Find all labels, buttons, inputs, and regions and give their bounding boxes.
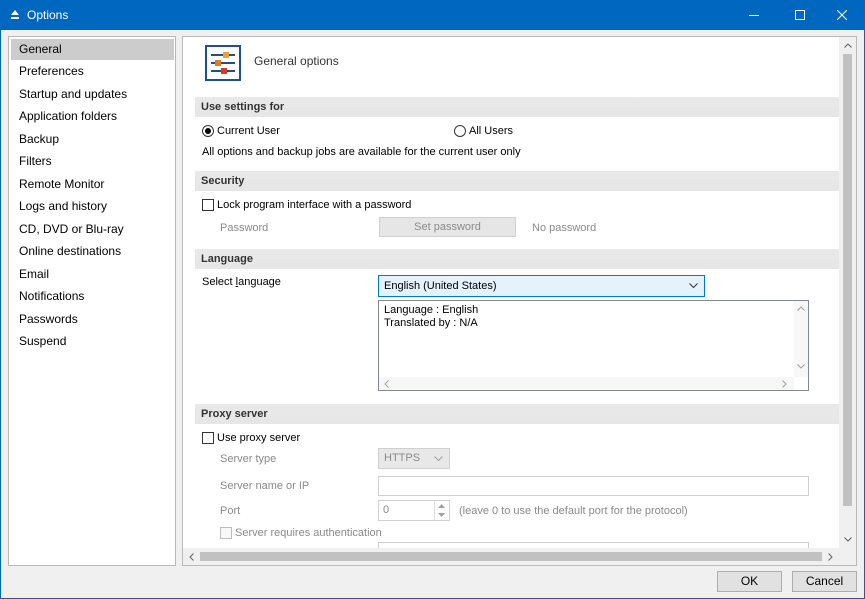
use-proxy-label[interactable]: Use proxy server	[217, 432, 300, 444]
sidebar-item-remote-monitor[interactable]: Remote Monitor	[11, 174, 174, 195]
port-up-button[interactable]	[434, 502, 448, 511]
language-select-value: English (United States)	[384, 280, 497, 292]
scroll-left-icon	[384, 380, 389, 388]
sidebar-item-filters[interactable]: Filters	[11, 151, 174, 172]
scroll-up-icon	[797, 306, 805, 311]
server-auth-label[interactable]: Server requires authentication	[235, 527, 382, 539]
minimize-button[interactable]	[731, 0, 777, 30]
sidebar-item-notifications[interactable]: Notifications	[11, 286, 174, 307]
sidebar-item-suspend[interactable]: Suspend	[11, 331, 174, 352]
cancel-button[interactable]: Cancel	[792, 571, 857, 592]
scroll-right-icon	[782, 380, 787, 388]
spin-down-icon	[438, 513, 445, 517]
sidebar-item-general[interactable]: General	[11, 39, 174, 60]
select-language-label-post: anguage	[238, 276, 281, 288]
sidebar-item-logs-and-history[interactable]: Logs and history	[11, 196, 174, 217]
section-header-proxy: Proxy server	[195, 404, 839, 424]
maximize-button[interactable]	[777, 0, 823, 30]
scroll-left-icon	[189, 552, 194, 561]
page-title: General options	[254, 54, 339, 68]
close-icon	[837, 10, 847, 20]
scroll-down-button[interactable]	[839, 531, 856, 548]
server-type-label: Server type	[220, 453, 277, 465]
scroll-left-button[interactable]	[183, 548, 200, 565]
port-down-button[interactable]	[434, 511, 448, 520]
lock-interface-checkbox[interactable]	[202, 199, 214, 211]
panel-horizontal-scrollbar[interactable]	[183, 548, 839, 565]
use-proxy-checkbox[interactable]	[202, 432, 214, 444]
port-value: 0	[383, 504, 390, 516]
options-category-list[interactable]: General Preferences Startup and updates …	[8, 36, 176, 566]
section-header-language: Language	[195, 249, 839, 269]
section-header-use-settings: Use settings for	[195, 97, 839, 117]
server-type-select[interactable]: HTTPS	[378, 448, 450, 469]
section-header-security: Security	[195, 171, 839, 191]
language-info-name: Language : English	[384, 304, 479, 316]
server-name-label: Server name or IP	[220, 480, 310, 492]
password-status: No password	[532, 222, 597, 234]
app-icon	[11, 10, 19, 19]
vertical-scroll-thumb[interactable]	[843, 54, 852, 506]
window-border-left	[0, 30, 1, 599]
language-info-box[interactable]: Language : English Translated by : N/A	[378, 300, 809, 391]
set-password-button[interactable]: Set password	[379, 217, 516, 237]
ok-button[interactable]: OK	[717, 571, 782, 592]
server-type-value: HTTPS	[384, 452, 421, 464]
language-select[interactable]: English (United States)	[378, 275, 705, 297]
title-bar[interactable]: Options	[0, 0, 865, 30]
all-users-label[interactable]: All Users	[469, 125, 513, 137]
settings-scope-note: All options and backup jobs are availabl…	[202, 146, 521, 158]
sidebar-item-preferences[interactable]: Preferences	[11, 61, 174, 82]
scroll-right-button[interactable]	[822, 548, 839, 565]
options-panel: General options Use settings for Current…	[182, 36, 857, 566]
maximize-icon	[795, 10, 805, 20]
lock-interface-label[interactable]: Lock program interface with a password	[217, 199, 411, 211]
chevron-down-icon	[434, 456, 443, 462]
server-auth-checkbox[interactable]	[220, 527, 232, 539]
scroll-up-icon	[843, 43, 852, 48]
all-users-radio[interactable]	[454, 125, 466, 137]
language-info-hscroll[interactable]	[379, 377, 794, 390]
scrollbar-corner	[839, 548, 856, 565]
sidebar-item-online-destinations[interactable]: Online destinations	[11, 241, 174, 262]
port-spinner[interactable]: 0	[378, 500, 450, 521]
server-name-input[interactable]	[378, 476, 809, 496]
sidebar-item-startup-and-updates[interactable]: Startup and updates	[11, 84, 174, 105]
spin-up-icon	[438, 504, 445, 508]
radio-selected-dot	[205, 128, 211, 134]
scroll-down-icon	[797, 364, 805, 369]
sidebar-item-cd-dvd-bluray[interactable]: CD, DVD or Blu-ray	[11, 219, 174, 240]
sidebar-item-email[interactable]: Email	[11, 264, 174, 285]
scroll-right-icon	[828, 552, 833, 561]
current-user-label[interactable]: Current User	[217, 125, 280, 137]
language-info-vscroll[interactable]	[794, 301, 808, 377]
password-label: Password	[220, 222, 269, 234]
port-hint: (leave 0 to use the default port for the…	[459, 505, 688, 517]
port-label: Port	[220, 505, 241, 517]
scroll-up-button[interactable]	[839, 37, 856, 54]
current-user-radio[interactable]	[202, 125, 214, 137]
select-language-label: Select language	[202, 276, 281, 288]
window-title: Options	[27, 8, 69, 22]
select-language-label-pre: Select	[202, 276, 236, 288]
panel-vertical-scrollbar[interactable]	[839, 37, 856, 548]
scroll-down-icon	[843, 537, 852, 542]
minimize-icon	[749, 15, 759, 16]
horizontal-scroll-thumb[interactable]	[200, 552, 822, 561]
sidebar-item-passwords[interactable]: Passwords	[11, 309, 174, 330]
close-button[interactable]	[819, 0, 865, 30]
sidebar-item-application-folders[interactable]: Application folders	[11, 106, 174, 127]
settings-sliders-icon	[205, 45, 241, 81]
chevron-down-icon	[689, 283, 698, 289]
sidebar-item-backup[interactable]: Backup	[11, 129, 174, 150]
language-info-translator: Translated by : N/A	[384, 317, 478, 329]
